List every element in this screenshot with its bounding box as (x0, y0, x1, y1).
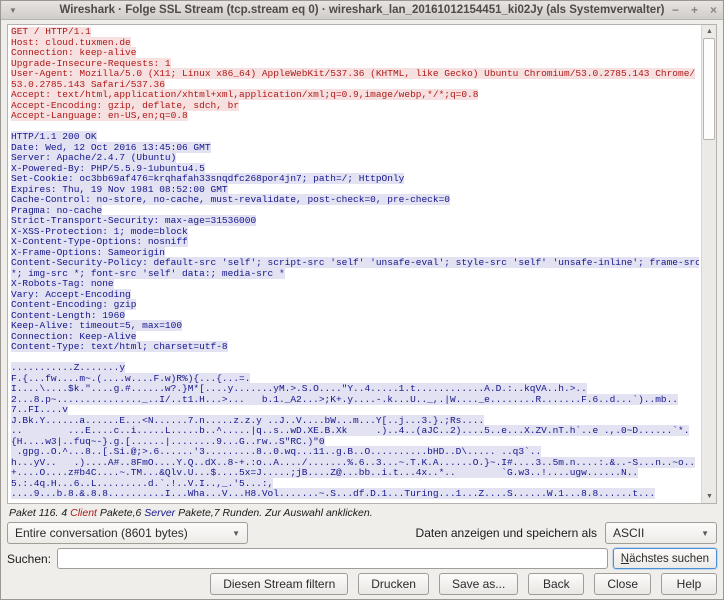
conversation-select-value: Entire conversation (8601 bytes) (15, 526, 188, 540)
follow-ssl-stream-dialog: ▼ Wireshark · Folge SSL Stream (tcp.stre… (0, 0, 724, 600)
window-menu-icon[interactable]: ▼ (9, 1, 17, 20)
filter-stream-button[interactable]: Diesen Stream filtern (210, 573, 348, 595)
stream-text[interactable]: GET / HTTP/1.1 Host: cloud.tuxmen.de Con… (11, 27, 699, 503)
server-data[interactable]: HTTP/1.1 200 OK Date: Wed, 12 Oct 2016 1… (11, 131, 699, 499)
search-input[interactable] (57, 548, 608, 569)
dialog-body: GET / HTTP/1.1 Host: cloud.tuxmen.de Con… (1, 20, 723, 599)
close-button[interactable]: × (710, 1, 717, 20)
status-server-count: Server (144, 507, 175, 519)
client-data[interactable]: GET / HTTP/1.1 Host: cloud.tuxmen.de Con… (11, 27, 695, 121)
window-title: Wireshark · Folge SSL Stream (tcp.stream… (1, 4, 723, 16)
stream-text-area[interactable]: GET / HTTP/1.1 Host: cloud.tuxmen.de Con… (7, 24, 717, 504)
chevron-down-icon: ▼ (224, 529, 240, 538)
status-suffix: Pakete,7 Runden. Zur Auswahl anklicken. (175, 507, 372, 519)
back-button[interactable]: Back (528, 573, 584, 595)
help-button[interactable]: Help (661, 573, 717, 595)
find-next-button[interactable]: Nächstes suchen (613, 548, 717, 569)
format-select-value: ASCII (613, 526, 644, 540)
display-save-label: Daten anzeigen und speichern als (416, 526, 597, 540)
chevron-down-icon: ▼ (693, 529, 709, 538)
scroll-down-icon[interactable]: ▼ (702, 490, 717, 503)
vertical-scrollbar[interactable]: ▲ ▼ (701, 25, 716, 503)
format-select[interactable]: ASCII ▼ (605, 522, 717, 544)
conversation-select[interactable]: Entire conversation (8601 bytes) ▼ (7, 522, 248, 544)
print-button[interactable]: Drucken (358, 573, 429, 595)
scroll-up-icon[interactable]: ▲ (702, 25, 717, 38)
maximize-button[interactable]: + (691, 1, 698, 20)
scrollbar-thumb[interactable] (703, 38, 715, 140)
status-mid: Pakete,6 (97, 507, 144, 519)
status-line: Paket 116. 4 Client Pakete,6 Server Pake… (7, 507, 717, 519)
minimize-button[interactable]: − (672, 1, 679, 20)
close-dialog-button[interactable]: Close (594, 573, 651, 595)
titlebar[interactable]: ▼ Wireshark · Folge SSL Stream (tcp.stre… (1, 1, 723, 20)
status-client-count: Client (70, 507, 97, 519)
status-prefix: Paket 116. 4 (9, 507, 70, 519)
save-as-button[interactable]: Save as... (439, 573, 518, 595)
search-label: Suchen: (7, 552, 57, 566)
